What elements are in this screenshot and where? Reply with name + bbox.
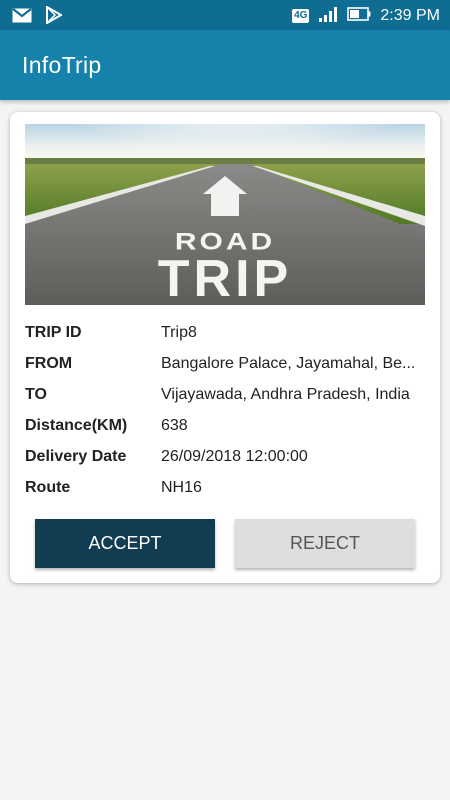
- delivery-date-value: 26/09/2018 12:00:00: [161, 448, 308, 465]
- to-row: TO Vijayawada, Andhra Pradesh, India: [25, 382, 430, 413]
- trip-id-value: Trip8: [161, 324, 197, 341]
- distance-row: Distance(KM) 638: [25, 413, 430, 444]
- reject-button[interactable]: REJECT: [235, 519, 415, 568]
- trip-id-row: TRIP ID Trip8: [25, 320, 430, 351]
- distance-label: Distance(KM): [25, 417, 128, 434]
- from-label: FROM: [25, 355, 73, 372]
- from-value: Bangalore Palace, Jayamahal, Be...: [161, 355, 416, 372]
- app-bar: InfoTrip: [0, 30, 450, 100]
- network-type-badge: 4G: [292, 9, 310, 23]
- distance-value: 638: [161, 417, 188, 434]
- delivery-date-label: Delivery Date: [25, 448, 127, 465]
- trip-details: TRIP ID Trip8 FROM Bangalore Palace, Jay…: [25, 320, 430, 506]
- trip-id-label: TRIP ID: [25, 324, 82, 341]
- delivery-date-row: Delivery Date 26/09/2018 12:00:00: [25, 444, 430, 475]
- svg-text:TRIP: TRIP: [158, 250, 292, 305]
- app-title: InfoTrip: [22, 52, 102, 78]
- to-value: Vijayawada, Andhra Pradesh, India: [161, 386, 410, 403]
- from-row: FROM Bangalore Palace, Jayamahal, Be...: [25, 351, 430, 382]
- to-label: TO: [25, 386, 47, 403]
- gmail-icon: [12, 7, 32, 27]
- status-time: 2:39 PM: [380, 7, 440, 24]
- signal-icon: [318, 5, 338, 27]
- route-row: Route NH16: [25, 475, 430, 506]
- route-value: NH16: [161, 479, 202, 496]
- accept-button[interactable]: ACCEPT: [35, 519, 215, 568]
- route-label: Route: [25, 479, 71, 496]
- trip-card: ROAD TRIP TRIP ID Trip8 FROM Bangalore P…: [10, 112, 440, 583]
- battery-icon: [347, 6, 371, 26]
- status-bar: 4G 2:39 PM: [0, 0, 450, 30]
- play-store-icon: [46, 5, 64, 28]
- road-trip-image: ROAD TRIP: [25, 124, 425, 305]
